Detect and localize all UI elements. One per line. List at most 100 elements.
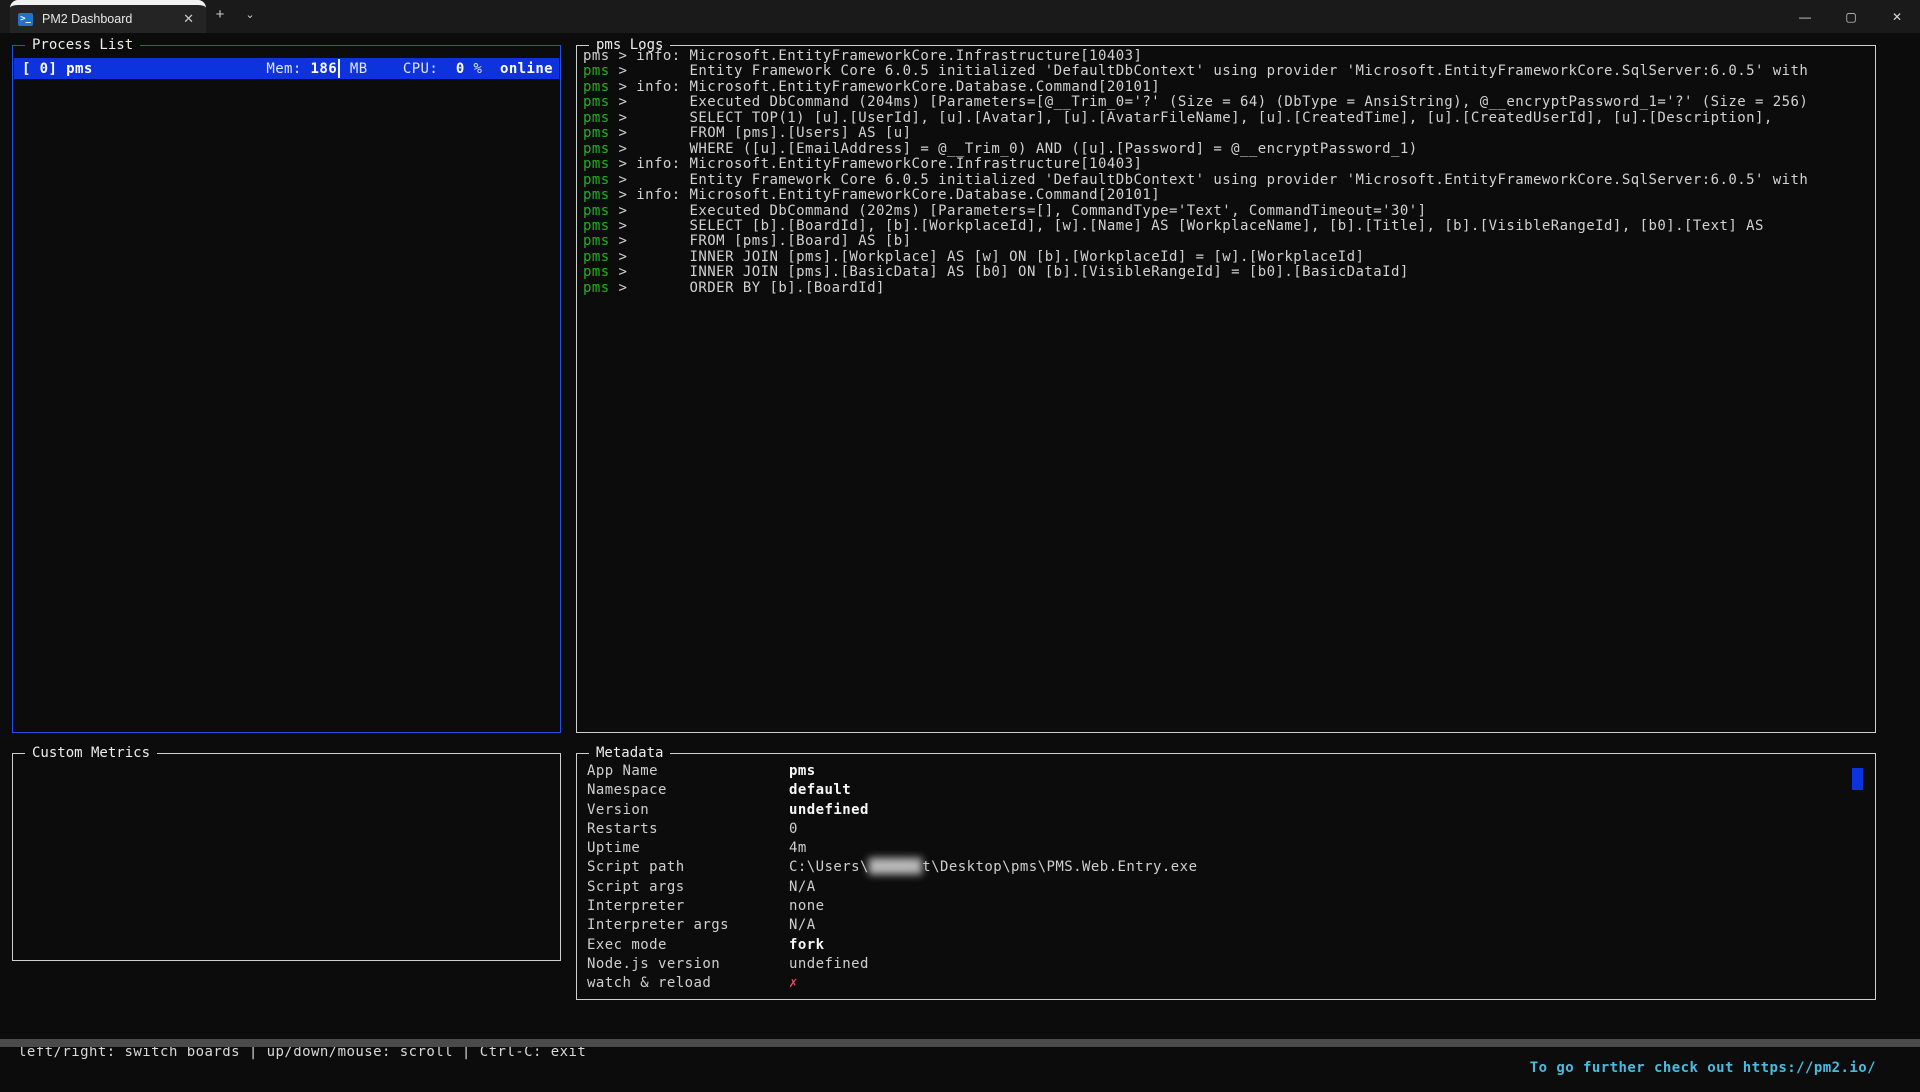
log-prefix: pms [583, 187, 610, 203]
log-prefix: pms [583, 49, 610, 64]
metadata-value: undefined [789, 801, 869, 820]
metadata-value: ✗ [789, 974, 798, 993]
log-text: > Executed DbCommand (202ms) [Parameters… [610, 203, 1427, 219]
metadata-row: Interpreter argsN/A [587, 916, 1869, 935]
log-text: > info: Microsoft.EntityFrameworkCore.Da… [610, 187, 1160, 203]
tab-close-icon[interactable]: ✕ [179, 11, 198, 27]
metadata-value: 0 [789, 820, 798, 839]
metadata-value: N/A [789, 878, 816, 897]
metadata-label: watch & reload [587, 974, 789, 993]
log-line: pms > FROM [pms].[Board] AS [b] [583, 234, 1871, 249]
metadata-label: Node.js version [587, 955, 789, 974]
cpu-value: 0 [456, 61, 465, 77]
log-text: > ORDER BY [b].[BoardId] [610, 280, 885, 296]
log-line: pms > INNER JOIN [pms].[Workplace] AS [w… [583, 250, 1871, 265]
metadata-row: Node.js versionundefined [587, 955, 1869, 974]
log-prefix: pms [583, 218, 610, 234]
mem-value: 186 [311, 61, 338, 77]
window-bottom-edge [0, 1039, 1920, 1047]
log-text: > INNER JOIN [pms].[Workplace] AS [w] ON… [610, 249, 1365, 265]
log-text: > SELECT [b].[BoardId], [b].[WorkplaceId… [610, 218, 1764, 234]
process-row-selected[interactable]: [ 0] pms Mem: 186 MB CPU: 0 % online [14, 58, 559, 79]
metadata-label: Interpreter args [587, 916, 789, 935]
metadata-rows: App NamepmsNamespacedefaultVersionundefi… [587, 762, 1869, 997]
metadata-value: pms [789, 762, 816, 781]
custom-metrics-title: Custom Metrics [25, 745, 157, 761]
log-text: > Executed DbCommand (204ms) [Parameters… [610, 94, 1809, 110]
metadata-row: Script argsN/A [587, 878, 1869, 897]
log-line: pms > info: Microsoft.EntityFrameworkCor… [583, 80, 1871, 95]
log-prefix: pms [583, 94, 610, 110]
status-badge: online [482, 61, 553, 77]
logs-panel[interactable]: pms Logs pms > info: Microsoft.EntityFra… [576, 45, 1876, 733]
log-line: pms > Executed DbCommand (204ms) [Parame… [583, 95, 1871, 110]
log-line: pms > info: Microsoft.EntityFrameworkCor… [583, 188, 1871, 203]
log-line: pms > info: Microsoft.EntityFrameworkCor… [583, 49, 1871, 64]
metadata-title: Metadata [589, 745, 670, 761]
log-prefix: pms [583, 203, 610, 219]
metadata-row: Namespacedefault [587, 781, 1869, 800]
log-text: > Entity Framework Core 6.0.5 initialize… [610, 172, 1809, 188]
metadata-label: Script args [587, 878, 789, 897]
custom-metrics-panel: Custom Metrics [12, 753, 561, 961]
metadata-panel[interactable]: Metadata App NamepmsNamespacedefaultVers… [576, 753, 1876, 1000]
maximize-button[interactable]: ▢ [1828, 0, 1874, 33]
log-line: pms > SELECT [b].[BoardId], [b].[Workpla… [583, 219, 1871, 234]
new-tab-button[interactable]: + [208, 6, 232, 23]
metadata-label: Exec mode [587, 936, 789, 955]
log-text: > FROM [pms].[Users] AS [u] [610, 125, 912, 141]
process-list-panel[interactable]: Process List [ 0] pms Mem: 186 MB CPU: 0… [12, 45, 561, 733]
log-line: pms > Executed DbCommand (202ms) [Parame… [583, 204, 1871, 219]
tab-dropdown-button[interactable]: ⌄ [238, 8, 262, 21]
log-text: > info: Microsoft.EntityFrameworkCore.Da… [610, 79, 1160, 95]
window-controls: — ▢ ✕ [1782, 0, 1920, 33]
log-line: pms > WHERE ([u].[EmailAddress] = @__Tri… [583, 142, 1871, 157]
log-text: > info: Microsoft.EntityFrameworkCore.In… [610, 156, 1143, 172]
log-prefix: pms [583, 125, 610, 141]
metadata-row: Script pathC:\Users\██████t\Desktop\pms\… [587, 858, 1869, 877]
log-prefix: pms [583, 63, 610, 79]
log-text: > Entity Framework Core 6.0.5 initialize… [610, 63, 1809, 79]
metadata-label: Restarts [587, 820, 789, 839]
log-prefix: pms [583, 233, 610, 249]
log-prefix: pms [583, 141, 610, 157]
metadata-value: default [789, 781, 851, 800]
tab-bar: >_ PM2 Dashboard ✕ + ⌄ — ▢ ✕ [0, 0, 1920, 33]
cpu-label: CPU: [368, 61, 456, 77]
metadata-value: N/A [789, 916, 816, 935]
log-line: pms > Entity Framework Core 6.0.5 initia… [583, 173, 1871, 188]
metadata-row: Exec modefork [587, 936, 1869, 955]
close-button[interactable]: ✕ [1874, 0, 1920, 33]
metadata-value: fork [789, 936, 825, 955]
metadata-label: Script path [587, 858, 789, 877]
metadata-value: none [789, 897, 825, 916]
log-lines[interactable]: pms > info: Microsoft.EntityFrameworkCor… [583, 49, 1871, 730]
metadata-label: Interpreter [587, 897, 789, 916]
log-line: pms > INNER JOIN [pms].[BasicData] AS [b… [583, 265, 1871, 280]
log-prefix: pms [583, 79, 610, 95]
process-list-title: Process List [25, 37, 140, 53]
metadata-row: Interpreternone [587, 897, 1869, 916]
metadata-row: Restarts0 [587, 820, 1869, 839]
terminal-screen: Process List [ 0] pms Mem: 186 MB CPU: 0… [0, 33, 1920, 1080]
cpu-unit: % [465, 61, 483, 77]
powershell-icon: >_ [18, 13, 33, 26]
log-prefix: pms [583, 172, 610, 188]
minimize-button[interactable]: — [1782, 0, 1828, 33]
log-text: > FROM [pms].[Board] AS [b] [610, 233, 912, 249]
text-cursor [338, 59, 340, 78]
log-text: > INNER JOIN [pms].[BasicData] AS [b0] O… [610, 264, 1409, 280]
scrollbar-thumb[interactable] [1852, 768, 1863, 790]
mem-unit: MB [341, 61, 368, 77]
terminal-tab[interactable]: >_ PM2 Dashboard ✕ [10, 0, 206, 33]
log-line: pms > FROM [pms].[Users] AS [u] [583, 126, 1871, 141]
pm2-link[interactable]: To go further check out https://pm2.io/ [1530, 1060, 1876, 1076]
metadata-label: Namespace [587, 781, 789, 800]
log-text: > SELECT TOP(1) [u].[UserId], [u].[Avata… [610, 110, 1773, 126]
log-line: pms > SELECT TOP(1) [u].[UserId], [u].[A… [583, 111, 1871, 126]
mem-label: Mem: [266, 61, 310, 77]
metadata-label: Uptime [587, 839, 789, 858]
tab-title: PM2 Dashboard [42, 12, 179, 26]
log-line: pms > Entity Framework Core 6.0.5 initia… [583, 64, 1871, 79]
log-line: pms > ORDER BY [b].[BoardId] [583, 281, 1871, 296]
